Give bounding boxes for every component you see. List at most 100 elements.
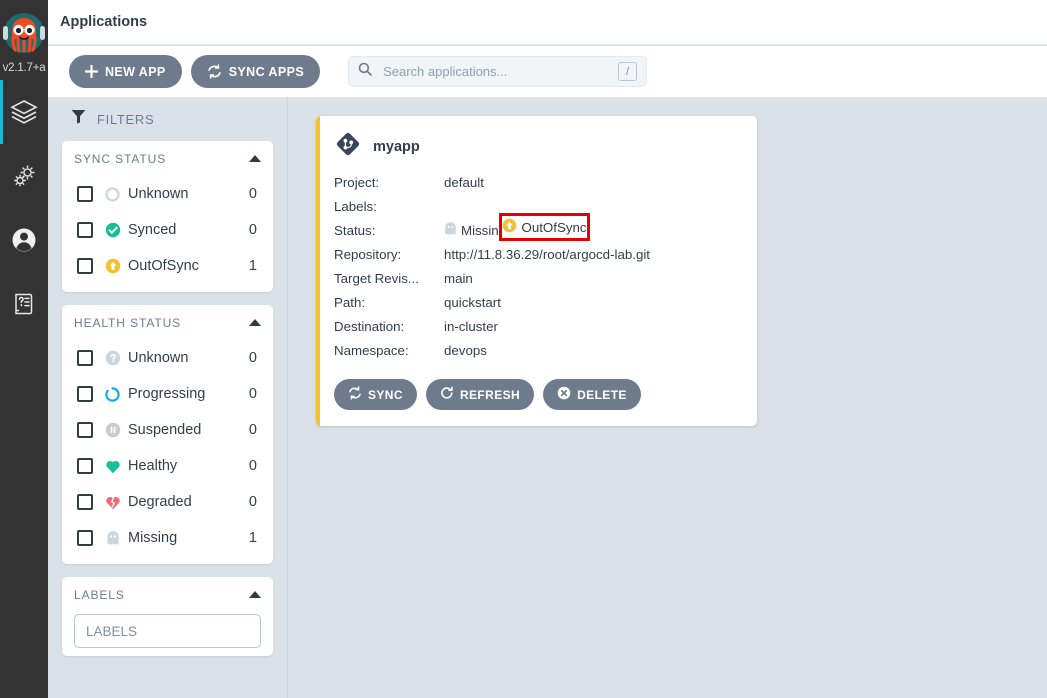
user-circle-icon bbox=[9, 225, 39, 255]
sync-status-filter-card: SYNC STATUS Unknown 0 Synced 0 OutOfSync… bbox=[62, 141, 273, 292]
field-value: default bbox=[444, 174, 484, 190]
status-badges: Missing OutOfSync bbox=[444, 213, 590, 241]
heart-icon bbox=[104, 458, 121, 475]
filter-row-health-healthy[interactable]: Healthy 0 bbox=[74, 448, 261, 484]
question-circle-icon bbox=[104, 350, 121, 367]
filter-row-sync-unknown[interactable]: Unknown 0 bbox=[74, 176, 261, 212]
progress-circle-icon bbox=[104, 386, 121, 403]
refresh-button[interactable]: REFRESH bbox=[425, 379, 535, 410]
version-label: v2.1.7+a bbox=[2, 62, 46, 74]
page-header: Applications bbox=[48, 0, 1047, 45]
labels-input[interactable] bbox=[74, 614, 261, 648]
filter-row-health-unknown[interactable]: Unknown 0 bbox=[74, 340, 261, 376]
checkbox-sync-unknown[interactable] bbox=[77, 186, 93, 202]
card-status-accent-bar bbox=[316, 116, 320, 426]
filters-header-label: FILTERS bbox=[97, 111, 155, 127]
checkbox-sync-outofsync[interactable] bbox=[77, 258, 93, 274]
arrow-up-circle-icon bbox=[502, 218, 517, 236]
argo-logo[interactable] bbox=[0, 0, 48, 64]
pause-circle-icon bbox=[104, 422, 121, 439]
application-card-myapp[interactable]: myapp Project: default Labels: Status: M… bbox=[316, 116, 757, 426]
caret-up-icon[interactable] bbox=[249, 155, 261, 162]
sidebar-item-applications[interactable] bbox=[0, 80, 48, 144]
filter-count: 0 bbox=[248, 422, 257, 438]
filter-count: 1 bbox=[248, 258, 257, 274]
filter-row-health-progressing[interactable]: Progressing 0 bbox=[74, 376, 261, 412]
sync-icon bbox=[207, 64, 222, 79]
filter-label: Healthy bbox=[128, 458, 178, 474]
filter-label: OutOfSync bbox=[128, 258, 199, 274]
sidebar-item-settings[interactable] bbox=[0, 144, 48, 208]
filters-panel: FILTERS SYNC STATUS Unknown 0 Synced 0 O… bbox=[48, 97, 288, 698]
checkbox-health-missing[interactable] bbox=[77, 530, 93, 546]
sync-icon bbox=[348, 386, 362, 403]
card-field-destination: Destination: in-cluster bbox=[334, 314, 739, 338]
rail-items bbox=[0, 80, 48, 336]
ghost-icon bbox=[444, 221, 457, 239]
search-input[interactable] bbox=[381, 63, 619, 80]
field-value[interactable]: http://11.8.36.29/root/argocd-lab.git bbox=[444, 247, 739, 262]
labels-filter-header[interactable]: LABELS bbox=[74, 577, 261, 612]
argo-app-diamond-icon bbox=[335, 131, 361, 162]
filter-row-health-degraded[interactable]: Degraded 0 bbox=[74, 484, 261, 520]
filter-label: Synced bbox=[128, 222, 177, 238]
delete-x-circle-icon bbox=[557, 386, 571, 403]
search-icon bbox=[358, 62, 372, 81]
filter-row-sync-synced[interactable]: Synced 0 bbox=[74, 212, 261, 248]
arrow-up-circle-icon bbox=[104, 258, 121, 275]
new-app-button-label: NEW APP bbox=[105, 64, 166, 79]
caret-up-icon[interactable] bbox=[249, 591, 261, 598]
checkbox-health-suspended[interactable] bbox=[77, 422, 93, 438]
sync-apps-button-label: SYNC APPS bbox=[228, 64, 305, 79]
checkbox-health-healthy[interactable] bbox=[77, 458, 93, 474]
plus-icon bbox=[85, 65, 98, 78]
health-status-filter-header[interactable]: HEALTH STATUS bbox=[74, 305, 261, 340]
application-card-header: myapp bbox=[334, 131, 739, 162]
card-field-path: Path: quickstart bbox=[334, 290, 739, 314]
new-app-button[interactable]: NEW APP bbox=[69, 55, 182, 88]
card-action-buttons: SYNC REFRESH DELETE bbox=[334, 379, 739, 410]
filter-label: Missing bbox=[128, 530, 178, 546]
ghost-icon bbox=[104, 530, 121, 547]
filter-count: 0 bbox=[248, 386, 257, 402]
delete-button-label: DELETE bbox=[577, 387, 627, 402]
sync-status-filter-title: SYNC STATUS bbox=[74, 151, 167, 166]
checkbox-health-unknown[interactable] bbox=[77, 350, 93, 366]
sync-button-label: SYNC bbox=[368, 387, 403, 402]
delete-button[interactable]: DELETE bbox=[543, 379, 641, 410]
field-key: Target Revis... bbox=[334, 270, 419, 286]
filter-count: 0 bbox=[248, 458, 257, 474]
labels-filter-title: LABELS bbox=[74, 587, 125, 602]
sidebar-item-user-info[interactable] bbox=[0, 208, 48, 272]
filters-header: FILTERS bbox=[62, 97, 273, 141]
filter-funnel-icon bbox=[71, 109, 86, 129]
filter-row-sync-outofsync[interactable]: OutOfSync 1 bbox=[74, 248, 261, 284]
checkbox-sync-synced[interactable] bbox=[77, 222, 93, 238]
checkbox-health-degraded[interactable] bbox=[77, 494, 93, 510]
application-name: myapp bbox=[373, 138, 420, 155]
check-circle-icon bbox=[104, 222, 121, 239]
card-field-namespace: Namespace: devops bbox=[334, 338, 739, 362]
sync-status-label[interactable]: OutOfSync bbox=[521, 220, 586, 235]
filter-label: Progressing bbox=[128, 386, 206, 402]
gears-icon bbox=[9, 161, 39, 191]
sync-apps-button[interactable]: SYNC APPS bbox=[190, 55, 321, 88]
filter-count: 0 bbox=[248, 186, 257, 202]
caret-up-icon[interactable] bbox=[249, 319, 261, 326]
sync-status-filter-header[interactable]: SYNC STATUS bbox=[74, 141, 261, 176]
help-book-icon bbox=[10, 290, 38, 318]
checkbox-health-progressing[interactable] bbox=[77, 386, 93, 402]
refresh-button-label: REFRESH bbox=[459, 387, 521, 402]
filter-label: Suspended bbox=[128, 422, 202, 438]
filter-label: Degraded bbox=[128, 494, 192, 510]
left-nav-rail: v2.1.7+a bbox=[0, 0, 48, 698]
filter-row-health-missing[interactable]: Missing 1 bbox=[74, 520, 261, 556]
search-box[interactable]: / bbox=[348, 56, 648, 87]
health-status-filter-card: HEALTH STATUS Unknown 0 Progressing 0 Su… bbox=[62, 305, 273, 564]
sidebar-item-documentation[interactable] bbox=[0, 272, 48, 336]
field-value: in-cluster bbox=[444, 318, 498, 334]
card-field-project: Project: default bbox=[334, 170, 739, 194]
health-status-badge[interactable]: Missing bbox=[444, 221, 506, 239]
filter-row-health-suspended[interactable]: Suspended 0 bbox=[74, 412, 261, 448]
sync-button[interactable]: SYNC bbox=[334, 379, 417, 410]
